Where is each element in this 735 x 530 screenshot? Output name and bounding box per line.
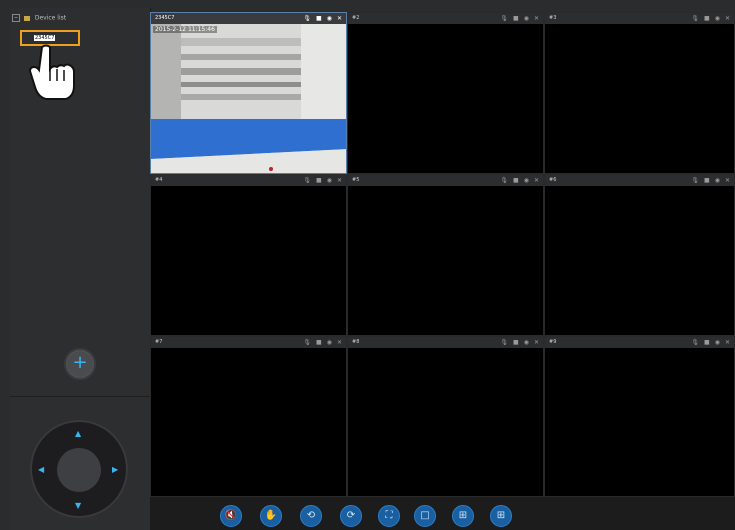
video-tile[interactable]: #4 🎙 ■ ◉ ✕ <box>150 174 347 336</box>
tile-title-bar: #5 🎙 ■ ◉ ✕ <box>348 175 543 186</box>
hand-drag-button[interactable]: ✋ <box>260 505 282 527</box>
tile-title-bar: #6 🎙 ■ ◉ ✕ <box>545 175 734 186</box>
tile-label: 2345C7 <box>155 15 175 21</box>
record-icon[interactable]: ■ <box>704 175 710 186</box>
add-device-button[interactable]: + <box>64 348 96 380</box>
ptz-up-arrow-icon[interactable]: ▲ <box>75 430 81 438</box>
tile-label: #5 <box>352 177 360 183</box>
camera-list-item-label: 2345C7 <box>34 35 56 41</box>
ptz-down-arrow-icon[interactable]: ▼ <box>75 502 81 510</box>
tile-title-bar: #3 🎙 ■ ◉ ✕ <box>545 13 734 24</box>
microphone-icon[interactable]: 🎙 <box>303 13 311 24</box>
tile-label: #8 <box>352 339 360 345</box>
snapshot-icon[interactable]: ◉ <box>524 175 529 186</box>
record-icon[interactable]: ■ <box>704 13 710 24</box>
video-tile[interactable]: 2345C7 🎙 ■ ◉ ✕ 2015-2-12 11:15:46 <box>150 12 347 174</box>
close-icon[interactable]: ✕ <box>725 337 730 348</box>
close-icon[interactable]: ✕ <box>725 13 730 24</box>
tile-title-bar: #9 🎙 ■ ◉ ✕ <box>545 337 734 348</box>
divider <box>10 396 150 397</box>
tile-label: #7 <box>155 339 163 345</box>
tile-title-bar: #8 🎙 ■ ◉ ✕ <box>348 337 543 348</box>
ptz-right-arrow-icon[interactable]: ▶ <box>112 466 118 474</box>
tile-label: #6 <box>549 177 557 183</box>
snapshot-icon[interactable]: ◉ <box>524 337 529 348</box>
snapshot-icon[interactable]: ◉ <box>524 13 529 24</box>
snapshot-icon[interactable]: ◉ <box>327 13 332 24</box>
device-tree: − Device list <box>12 14 66 22</box>
tile-label: #9 <box>549 339 557 345</box>
microphone-icon[interactable]: 🎙 <box>691 337 699 348</box>
rotate-right-button[interactable]: ⟳ <box>340 505 362 527</box>
video-tile[interactable]: #5 🎙 ■ ◉ ✕ <box>347 174 544 336</box>
record-icon[interactable]: ■ <box>513 175 519 186</box>
close-icon[interactable]: ✕ <box>337 337 342 348</box>
close-icon[interactable]: ✕ <box>725 175 730 186</box>
hand-pointer-icon <box>28 44 75 100</box>
tile-title-bar: 2345C7 🎙 ■ ◉ ✕ <box>151 13 346 24</box>
close-icon[interactable]: ✕ <box>534 337 539 348</box>
video-tile[interactable]: #2 🎙 ■ ◉ ✕ <box>347 12 544 174</box>
record-icon[interactable]: ■ <box>704 337 710 348</box>
tile-title-bar: #2 🎙 ■ ◉ ✕ <box>348 13 543 24</box>
video-tile[interactable]: #7 🎙 ■ ◉ ✕ <box>150 336 347 497</box>
record-icon[interactable]: ■ <box>513 337 519 348</box>
close-icon[interactable]: ✕ <box>337 13 342 24</box>
video-tile[interactable]: #9 🎙 ■ ◉ ✕ <box>544 336 735 497</box>
ptz-left-arrow-icon[interactable]: ◀ <box>38 466 44 474</box>
layout-quad-button[interactable]: ⊞ <box>452 505 474 527</box>
fullscreen-button[interactable]: ⛶ <box>378 505 400 527</box>
app-window: − Device list 2345C7 + ▲ ▼ ◀ ▶ 2345C7 🎙 … <box>0 0 735 530</box>
tree-toggle-icon[interactable]: − <box>12 14 20 22</box>
microphone-icon[interactable]: 🎙 <box>500 13 508 24</box>
mute-button[interactable]: 🔇 <box>220 505 242 527</box>
record-icon[interactable]: ■ <box>316 175 322 186</box>
video-tile[interactable]: #8 🎙 ■ ◉ ✕ <box>347 336 544 497</box>
tile-label: #4 <box>155 177 163 183</box>
video-timestamp: 2015-2-12 11:15:46 <box>153 26 217 33</box>
microphone-icon[interactable]: 🎙 <box>500 175 508 186</box>
rotate-left-button[interactable]: ⟲ <box>300 505 322 527</box>
video-tile[interactable]: #6 🎙 ■ ◉ ✕ <box>544 174 735 336</box>
close-icon[interactable]: ✕ <box>534 13 539 24</box>
video-grid: 2345C7 🎙 ■ ◉ ✕ 2015-2-12 11:15:46 #2 🎙 ■… <box>150 12 735 497</box>
microphone-icon[interactable]: 🎙 <box>691 13 699 24</box>
folder-icon <box>23 15 30 21</box>
tree-root-label[interactable]: Device list <box>35 15 66 22</box>
snapshot-icon[interactable]: ◉ <box>715 13 720 24</box>
tile-label: #3 <box>549 15 557 21</box>
snapshot-icon[interactable]: ◉ <box>327 175 332 186</box>
record-icon[interactable]: ■ <box>316 337 322 348</box>
bottom-toolbar: 🔇 ✋ ⟲ ⟳ ⛶ □ ⊞ ⊞ <box>150 497 735 530</box>
ptz-control-pad: ▲ ▼ ◀ ▶ <box>30 420 128 518</box>
close-icon[interactable]: ✕ <box>534 175 539 186</box>
record-icon[interactable]: ■ <box>513 13 519 24</box>
camera-feed: 2015-2-12 11:15:46 <box>151 24 346 173</box>
ptz-center-knob[interactable] <box>57 448 101 492</box>
microphone-icon[interactable]: 🎙 <box>303 175 311 186</box>
layout-nine-button[interactable]: ⊞ <box>490 505 512 527</box>
video-tile[interactable]: #3 🎙 ■ ◉ ✕ <box>544 12 735 174</box>
tile-title-bar: #4 🎙 ■ ◉ ✕ <box>151 175 346 186</box>
layout-single-button[interactable]: □ <box>414 505 436 527</box>
snapshot-icon[interactable]: ◉ <box>715 175 720 186</box>
tile-title-bar: #7 🎙 ■ ◉ ✕ <box>151 337 346 348</box>
close-icon[interactable]: ✕ <box>337 175 342 186</box>
device-sidebar: − Device list 2345C7 + ▲ ▼ ◀ ▶ <box>10 8 151 530</box>
microphone-icon[interactable]: 🎙 <box>691 175 699 186</box>
snapshot-icon[interactable]: ◉ <box>327 337 332 348</box>
microphone-icon[interactable]: 🎙 <box>500 337 508 348</box>
tile-label: #2 <box>352 15 360 21</box>
snapshot-icon[interactable]: ◉ <box>715 337 720 348</box>
record-icon[interactable]: ■ <box>316 13 322 24</box>
microphone-icon[interactable]: 🎙 <box>303 337 311 348</box>
camera-feed-image <box>151 24 346 173</box>
